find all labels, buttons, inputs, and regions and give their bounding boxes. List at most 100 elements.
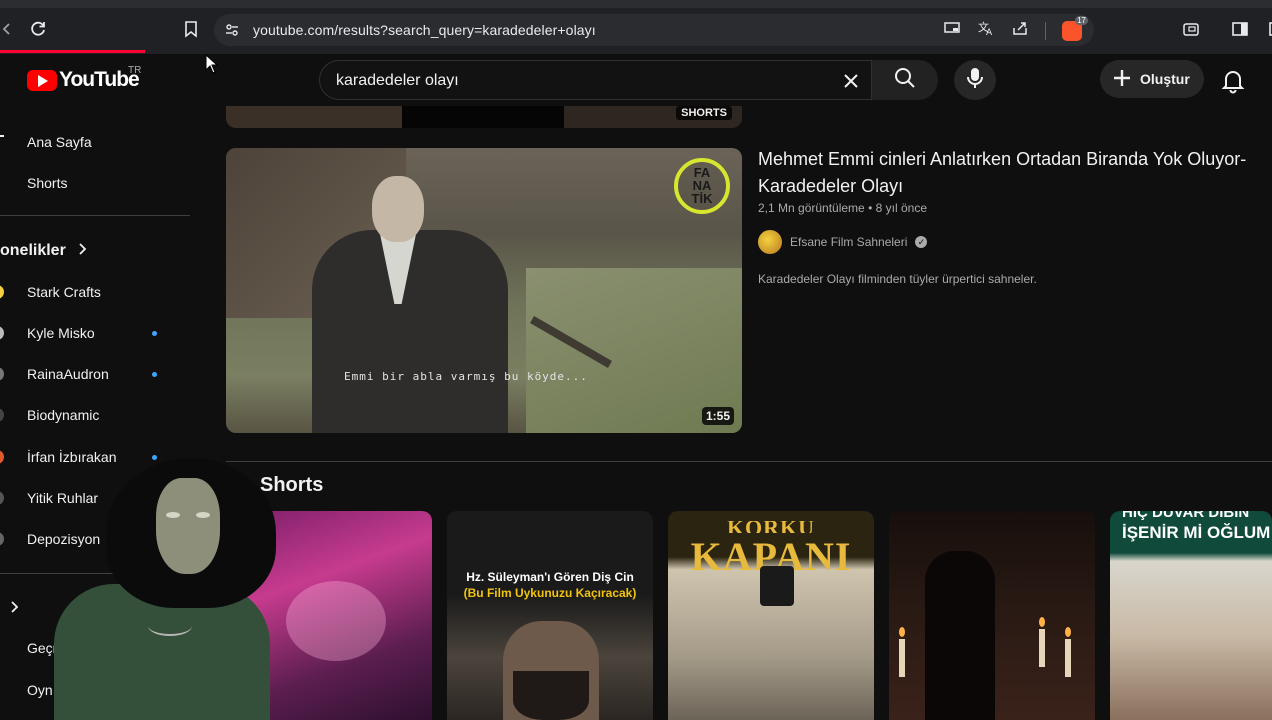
- candle-flame: [899, 627, 905, 637]
- channel-avatar: [0, 326, 4, 340]
- sidebar-subscriptions-header[interactable]: onelikler: [0, 242, 88, 260]
- channel-avatar: [0, 491, 4, 505]
- video-description: Karadedeler Olayı filminden tüyler ürper…: [758, 272, 1037, 286]
- reload-icon[interactable]: [27, 18, 49, 40]
- browser-toolbar: youtube.com/results?search_query=karaded…: [0, 0, 1272, 54]
- brave-shield-icon[interactable]: 17: [1062, 15, 1088, 41]
- meta-separator: •: [868, 201, 876, 215]
- clear-search-icon[interactable]: [839, 69, 863, 93]
- previous-result-thumbnail[interactable]: SHORTS: [226, 106, 742, 128]
- avatar-face: [156, 478, 220, 574]
- fanatik-watermark-logo: FA NA TİK: [674, 158, 730, 214]
- thumbnail-segment: [402, 106, 564, 128]
- new-content-dot: [152, 372, 157, 377]
- candle: [899, 639, 905, 677]
- address-divider: [1045, 21, 1046, 40]
- short-caption: HİÇ DUVAR DİBİN: [1122, 511, 1250, 521]
- candle-flame: [1065, 627, 1071, 637]
- new-content-dot: [152, 331, 157, 336]
- short-card[interactable]: KORKU KAPANI: [668, 511, 874, 720]
- sidebar-divider: [0, 215, 190, 216]
- section-divider: [226, 461, 1272, 462]
- menu-icon[interactable]: [1262, 18, 1272, 40]
- channel-avatar[interactable]: [758, 230, 782, 254]
- sidebar-sub-kyle-misko[interactable]: Kyle Misko: [27, 325, 95, 341]
- mouse-cursor-icon: [205, 53, 219, 79]
- cast-icon[interactable]: [943, 20, 961, 41]
- translate-icon[interactable]: 文A: [977, 20, 995, 41]
- channel-avatar: [0, 408, 4, 422]
- notifications-icon[interactable]: [1220, 68, 1246, 99]
- chevron-right-icon: [78, 242, 88, 260]
- back-icon[interactable]: [0, 18, 18, 40]
- candle: [1039, 629, 1045, 667]
- extension-badge: 17: [1075, 15, 1088, 25]
- shorts-badge: SHORTS: [676, 106, 732, 120]
- short-caption: (Bu Film Uykunuzu Kaçıracak): [463, 586, 637, 600]
- short-beard: [513, 671, 589, 720]
- sidebar-sub-biodynamic[interactable]: Biodynamic: [27, 407, 99, 423]
- short-card[interactable]: HİÇ DUVAR DİBİN İŞENİR Mİ OĞLUM: [1110, 511, 1272, 720]
- sidebar-item-home[interactable]: Ana Sayfa: [27, 134, 92, 150]
- avatar-eye: [166, 512, 180, 518]
- svg-text:A: A: [986, 28, 993, 36]
- create-button[interactable]: Oluştur: [1100, 60, 1204, 98]
- wallet-icon[interactable]: [1180, 18, 1202, 40]
- short-caption: Hz. Süleyman'ı Gören Diş Cin: [466, 570, 634, 584]
- short-card[interactable]: Hz. Süleyman'ı Gören Diş Cin (Bu Film Uy…: [447, 511, 653, 720]
- search-input[interactable]: karadedeler olayı: [336, 72, 459, 90]
- sidebar-sub-stark-crafts[interactable]: Stark Crafts: [27, 284, 101, 300]
- candle: [1065, 639, 1071, 677]
- thumbnail-segment: SHORTS: [564, 106, 742, 128]
- channel-name[interactable]: Efsane Film Sahneleri: [790, 235, 907, 249]
- youtube-header: YouTube TR karadedeler olayı Oluştur: [0, 54, 1272, 106]
- address-bar[interactable]: youtube.com/results?search_query=karaded…: [214, 14, 1094, 46]
- candle-flame: [1039, 617, 1045, 627]
- channel-row[interactable]: Efsane Film Sahneleri ✓: [758, 230, 928, 254]
- robed-figure: [925, 551, 995, 720]
- search-icon: [894, 67, 916, 94]
- view-count: 2,1 Mn görüntüleme: [758, 201, 865, 215]
- streamer-avatar-overlay: [46, 456, 276, 720]
- youtube-play-icon: [27, 69, 57, 91]
- thumbnail-segment: [226, 106, 402, 128]
- thumbnail-subtitle: Emmi bir abla varmış bu köyde...: [344, 370, 588, 383]
- url-text[interactable]: youtube.com/results?search_query=karaded…: [253, 22, 596, 38]
- upload-age: 8 yıl önce: [875, 201, 927, 215]
- create-label: Oluştur: [1140, 71, 1190, 87]
- sidebar-sub-rainaaudron[interactable]: RainaAudron: [27, 366, 109, 382]
- youtube-logo[interactable]: YouTube TR: [27, 65, 142, 92]
- site-settings-icon[interactable]: [224, 22, 240, 43]
- sidebar-icon[interactable]: [1229, 18, 1251, 40]
- short-card[interactable]: [889, 511, 1095, 720]
- thumbnail-head: [372, 176, 424, 242]
- country-code: TR: [128, 65, 142, 76]
- channel-avatar: [0, 285, 4, 299]
- channel-avatar: [0, 532, 4, 546]
- search-box[interactable]: karadedeler olayı: [319, 60, 872, 100]
- plus-icon: [1112, 68, 1132, 91]
- bookmark-icon[interactable]: [180, 18, 202, 40]
- home-icon: [0, 135, 4, 137]
- short-title-top: KORKU: [668, 521, 874, 533]
- camera-shape: [760, 566, 794, 606]
- avatar-necklace: [148, 616, 192, 636]
- logo-wordmark: YouTube: [59, 68, 140, 91]
- share-icon[interactable]: [1011, 20, 1029, 41]
- video-metadata: 2,1 Mn görüntüleme • 8 yıl önce: [758, 201, 927, 215]
- page-load-progress: [0, 50, 145, 53]
- microphone-icon: [966, 67, 984, 94]
- video-thumbnail[interactable]: Emmi bir abla varmış bu köyde... FA NA TİK…: [226, 148, 742, 433]
- video-title[interactable]: Mehmet Emmi cinleri Anlatırken Ortadan B…: [758, 146, 1268, 200]
- avatar-eye: [196, 512, 210, 518]
- channel-avatar: [0, 367, 4, 381]
- subscriptions-title: onelikler: [0, 242, 66, 259]
- verified-check-icon: ✓: [915, 236, 928, 248]
- short-caption: İŞENİR Mİ OĞLUM: [1122, 523, 1271, 542]
- search-button[interactable]: [872, 60, 938, 100]
- voice-search-button[interactable]: [954, 60, 996, 100]
- video-duration: 1:55: [701, 407, 734, 425]
- sidebar-item-shorts[interactable]: Shorts: [27, 175, 67, 191]
- chevron-right-icon[interactable]: [10, 600, 20, 618]
- channel-avatar: [0, 450, 4, 464]
